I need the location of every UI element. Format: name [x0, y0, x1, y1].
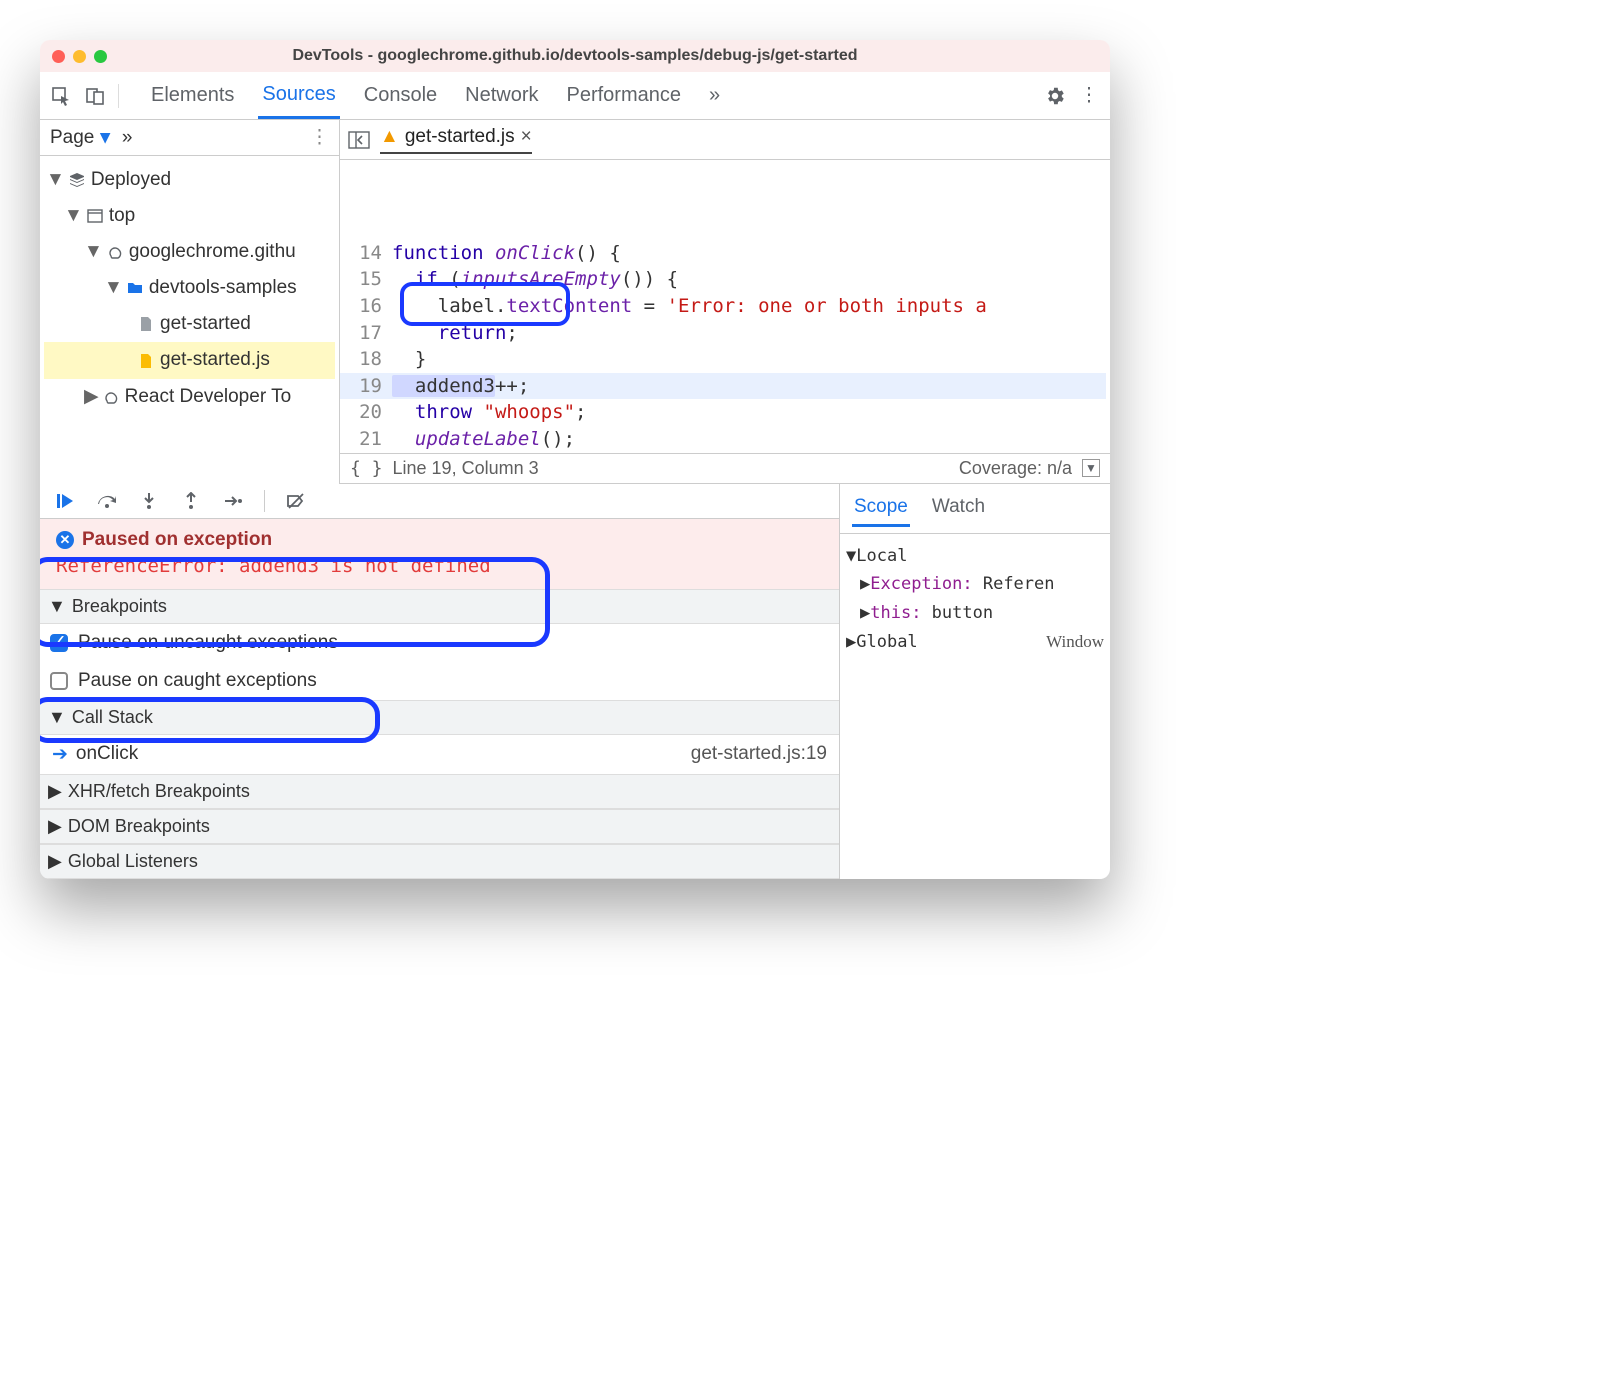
editor-statusbar: { } Line 19, Column 3 Coverage: n/a ▼ [340, 453, 1110, 484]
dropdown-icon[interactable]: ▼ [1082, 459, 1100, 477]
editor-panel: ▲ get-started.js × 14function onClick() … [340, 120, 1110, 484]
close-icon[interactable] [52, 50, 65, 63]
step-icon[interactable] [222, 490, 244, 512]
code-line[interactable]: 19 addend3++; [340, 373, 1106, 400]
kebab-icon[interactable]: ⋮ [310, 126, 329, 149]
scope-tree: ▼Local ▶Exception: Referen ▶this: button… [840, 534, 1110, 666]
devtools-window: DevTools - googlechrome.github.io/devtoo… [40, 40, 1110, 879]
devtools-toolbar: Elements Sources Console Network Perform… [40, 72, 1110, 120]
resume-icon[interactable] [54, 490, 76, 512]
error-icon: ✕ [56, 531, 74, 549]
checkbox-icon: ✓ [50, 634, 68, 652]
section-dom[interactable]: ▶DOM Breakpoints [40, 809, 839, 844]
frame-location: get-started.js:19 [691, 743, 827, 765]
sources-sidebar: Page ▾ » ⋮ ▼Deployed ▼top ▼googlechrome.… [40, 120, 340, 484]
paused-title: Paused on exception [82, 529, 272, 551]
tab-scope[interactable]: Scope [852, 490, 910, 527]
page-label[interactable]: Page [50, 127, 94, 149]
code-line[interactable]: 18 } [340, 346, 1106, 373]
current-frame-icon: ➔ [52, 743, 68, 766]
cursor-position: Line 19, Column 3 [393, 458, 539, 479]
tree-deployed[interactable]: ▼Deployed [44, 162, 335, 198]
deactivate-breakpoints-icon[interactable] [285, 490, 307, 512]
checkbox-caught[interactable]: Pause on caught exceptions [40, 662, 839, 700]
file-tab[interactable]: ▲ get-started.js × [380, 126, 532, 154]
frame-function: onClick [76, 743, 138, 765]
gear-icon[interactable] [1044, 85, 1066, 107]
window-title: DevTools - googlechrome.github.io/devtoo… [40, 47, 1110, 65]
exception-message: ReferenceError: addend3 is not defined [56, 555, 823, 577]
callstack-frame[interactable]: ➔ onClick get-started.js:19 [40, 735, 839, 774]
scope-this[interactable]: ▶this: button [846, 599, 1104, 628]
tree-react-devtools[interactable]: ▶React Developer To [44, 379, 335, 415]
code-line[interactable]: 16 label.textContent = 'Error: one or bo… [340, 293, 1106, 320]
sidebar-page-bar: Page ▾ » ⋮ [40, 120, 339, 156]
file-tab-label: get-started.js [405, 126, 515, 148]
section-xhr[interactable]: ▶XHR/fetch Breakpoints [40, 774, 839, 809]
sidebar-overflow[interactable]: » [122, 127, 133, 149]
tree-file-html[interactable]: get-started [44, 306, 335, 342]
section-callstack[interactable]: ▼Call Stack [40, 700, 839, 735]
scope-panel: Scope Watch ▼Local ▶Exception: Referen ▶… [840, 484, 1110, 879]
code-editor[interactable]: 14function onClick() {15 if (inputsAreEm… [340, 160, 1110, 453]
code-line[interactable]: 15 if (inputsAreEmpty()) { [340, 266, 1106, 293]
chevron-down-icon: ▾ [100, 126, 110, 149]
checkbox-uncaught[interactable]: ✓Pause on uncaught exceptions [40, 624, 839, 662]
pretty-print-icon[interactable]: { } [350, 458, 383, 479]
inspect-icon[interactable] [50, 85, 72, 107]
step-into-icon[interactable] [138, 490, 160, 512]
tree-domain[interactable]: ▼googlechrome.githu [44, 234, 335, 270]
section-breakpoints[interactable]: ▼Breakpoints [40, 589, 839, 624]
step-out-icon[interactable] [180, 490, 202, 512]
code-line[interactable]: 17 return; [340, 320, 1106, 347]
code-line[interactable]: 14function onClick() { [340, 240, 1106, 267]
scope-exception[interactable]: ▶Exception: Referen [846, 570, 1104, 599]
checkbox-icon [50, 672, 68, 690]
traffic-lights [52, 50, 107, 63]
scope-local[interactable]: ▼Local [846, 542, 1104, 571]
minimize-icon[interactable] [73, 50, 86, 63]
tab-sources[interactable]: Sources [258, 73, 339, 119]
tree-folder[interactable]: ▼devtools-samples [44, 270, 335, 306]
tab-console[interactable]: Console [360, 74, 441, 117]
debug-toolbar [40, 484, 839, 519]
coverage-label: Coverage: n/a [959, 458, 1072, 479]
warning-icon: ▲ [380, 126, 399, 148]
tab-performance[interactable]: Performance [563, 74, 686, 117]
device-toggle-icon[interactable] [84, 85, 106, 107]
file-tree: ▼Deployed ▼top ▼googlechrome.githu ▼devt… [40, 156, 339, 425]
tree-file-js[interactable]: get-started.js [44, 342, 335, 378]
zoom-icon[interactable] [94, 50, 107, 63]
step-over-icon[interactable] [96, 490, 118, 512]
section-global[interactable]: ▶Global Listeners [40, 844, 839, 879]
code-line[interactable]: 20 throw "whoops"; [340, 399, 1106, 426]
scope-global[interactable]: ▶GlobalWindow [846, 628, 1104, 657]
debugger-panel: ✕ Paused on exception ReferenceError: add… [40, 484, 840, 879]
file-tab-bar: ▲ get-started.js × [340, 120, 1110, 160]
code-line[interactable]: 21 updateLabel(); [340, 426, 1106, 453]
tab-watch[interactable]: Watch [930, 490, 987, 527]
titlebar: DevTools - googlechrome.github.io/devtoo… [40, 40, 1110, 72]
close-tab-icon[interactable]: × [521, 126, 532, 148]
nav-back-icon[interactable] [348, 129, 370, 151]
tab-network[interactable]: Network [461, 74, 542, 117]
tab-elements[interactable]: Elements [147, 74, 238, 117]
tree-top[interactable]: ▼top [44, 198, 335, 234]
tabs-overflow[interactable]: » [705, 74, 724, 117]
kebab-icon[interactable]: ⋮ [1078, 85, 1100, 107]
paused-on-exception: ✕ Paused on exception ReferenceError: add… [40, 519, 839, 589]
